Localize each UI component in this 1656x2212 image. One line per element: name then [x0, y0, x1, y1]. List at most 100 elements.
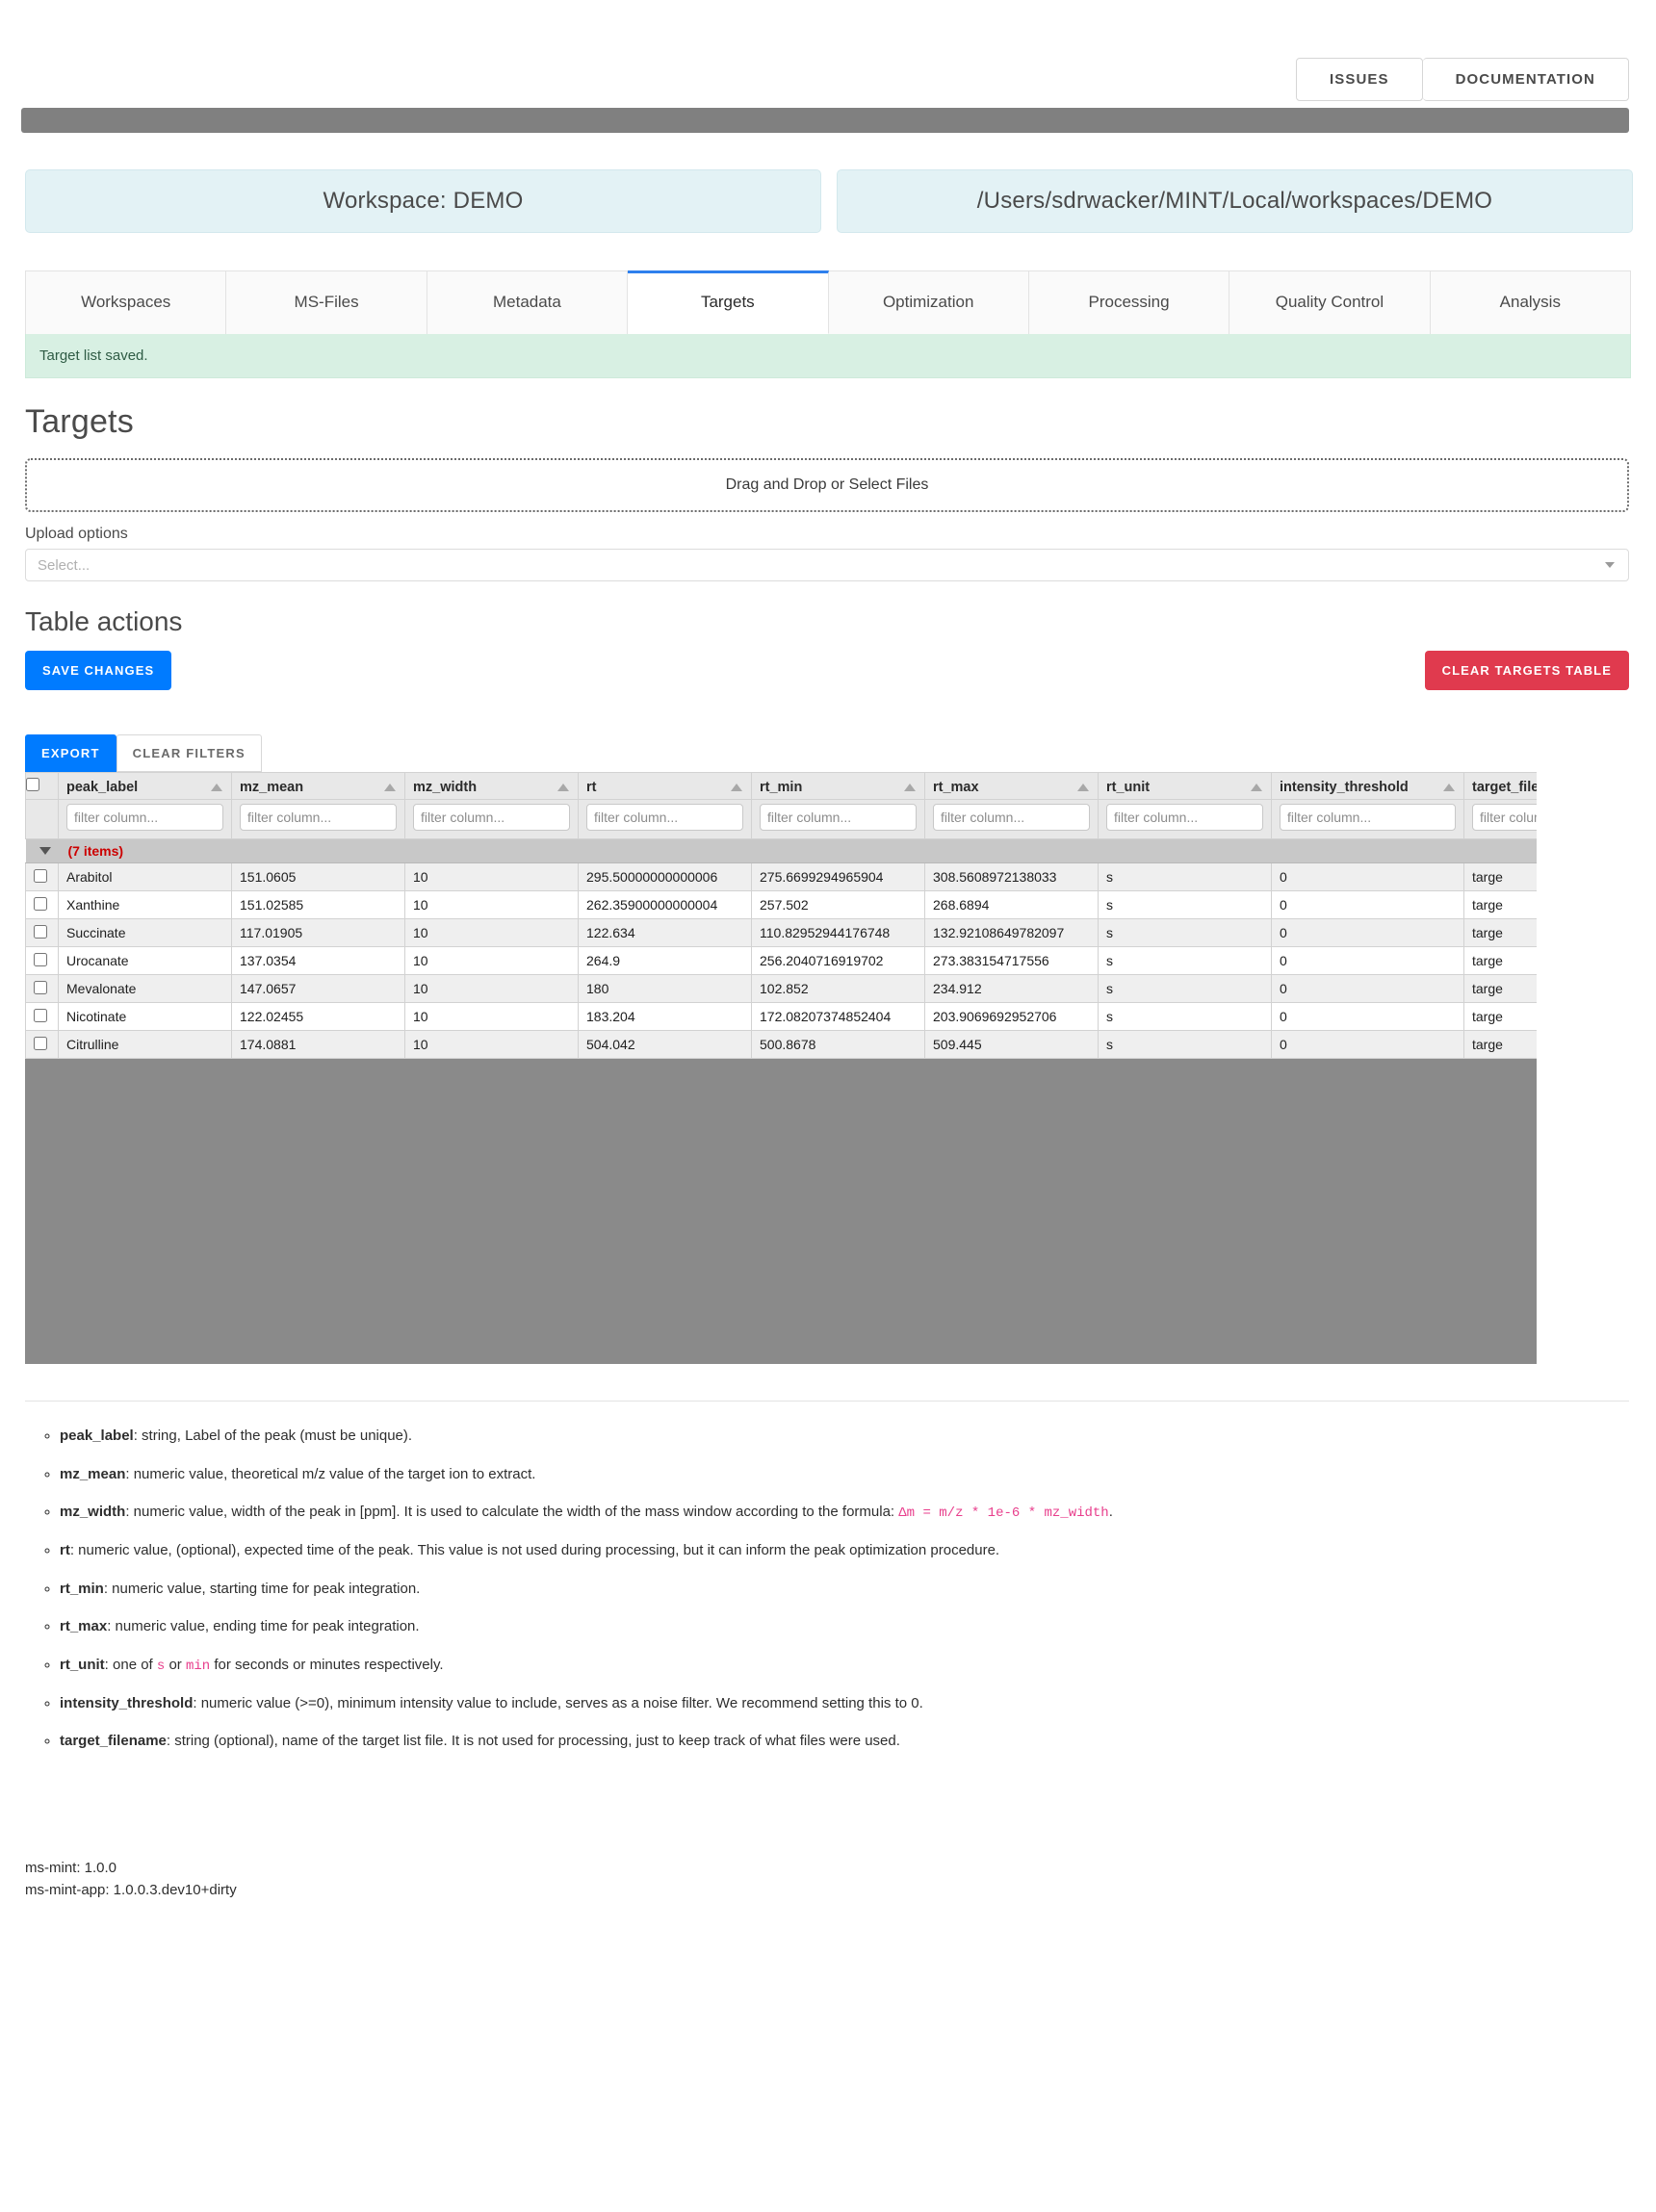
row-select-cell[interactable] — [25, 974, 59, 1003]
cell-rt-unit[interactable]: s — [1098, 1030, 1272, 1059]
export-button[interactable]: EXPORT — [25, 734, 116, 772]
tab-metadata[interactable]: Metadata — [427, 270, 629, 334]
documentation-button[interactable]: DOCUMENTATION — [1422, 58, 1629, 101]
tab-targets[interactable]: Targets — [628, 270, 829, 334]
sort-ascending-icon[interactable] — [1251, 784, 1262, 791]
cell-target-filename[interactable]: targe — [1463, 1030, 1537, 1059]
filter-input-mz-width[interactable] — [413, 804, 570, 831]
save-changes-button[interactable]: SAVE CHANGES — [25, 651, 172, 690]
sort-ascending-icon[interactable] — [211, 784, 222, 791]
cell-rt-min[interactable]: 256.2040716919702 — [751, 946, 925, 975]
row-select-checkbox[interactable] — [34, 924, 47, 939]
select-all-cell[interactable] — [25, 772, 59, 800]
select-all-checkbox[interactable] — [26, 778, 39, 791]
cell-target-filename[interactable]: targe — [1463, 890, 1537, 919]
cell-mz-width[interactable]: 10 — [404, 946, 579, 975]
tab-analysis[interactable]: Analysis — [1430, 270, 1631, 334]
cell-intensity-threshold[interactable]: 0 — [1271, 862, 1464, 891]
table-row[interactable]: Citrulline 174.0881 10 504.042 500.8678 509.4… — [25, 1030, 1537, 1059]
sort-ascending-icon[interactable] — [557, 784, 569, 791]
cell-rt-max[interactable]: 203.9069692952706 — [924, 1002, 1099, 1031]
cell-peak-label[interactable]: Succinate — [58, 918, 232, 947]
tab-processing[interactable]: Processing — [1028, 270, 1230, 334]
cell-peak-label[interactable]: Xanthine — [58, 890, 232, 919]
cell-rt-max[interactable]: 234.912 — [924, 974, 1099, 1003]
row-select-cell[interactable] — [25, 946, 59, 975]
cell-mz-mean[interactable]: 151.0605 — [231, 862, 405, 891]
filter-cell-rt-min[interactable] — [751, 799, 925, 839]
column-header-mz-width[interactable]: mz_width — [404, 772, 579, 800]
filter-cell-rt-max[interactable] — [924, 799, 1099, 839]
cell-rt-unit[interactable]: s — [1098, 974, 1272, 1003]
table-row[interactable]: Mevalonate 147.0657 10 180 102.852 234.912 s 0 t… — [25, 974, 1537, 1003]
cell-intensity-threshold[interactable]: 0 — [1271, 918, 1464, 947]
cell-peak-label[interactable]: Mevalonate — [58, 974, 232, 1003]
cell-rt-min[interactable]: 500.8678 — [751, 1030, 925, 1059]
cell-mz-width[interactable]: 10 — [404, 974, 579, 1003]
sort-ascending-icon[interactable] — [731, 784, 742, 791]
cell-rt-max[interactable]: 268.6894 — [924, 890, 1099, 919]
collapse-caret-icon[interactable] — [39, 847, 51, 856]
sort-ascending-icon[interactable] — [1443, 784, 1455, 791]
row-select-cell[interactable] — [25, 1002, 59, 1031]
cell-rt-min[interactable]: 257.502 — [751, 890, 925, 919]
cell-rt[interactable]: 262.35900000000004 — [578, 890, 752, 919]
cell-mz-mean[interactable]: 147.0657 — [231, 974, 405, 1003]
table-row[interactable]: Nicotinate 122.02455 10 183.204 172.08207374… — [25, 1002, 1537, 1031]
filter-cell-mz-width[interactable] — [404, 799, 579, 839]
row-select-checkbox[interactable] — [34, 1036, 47, 1050]
filter-input-mz-mean[interactable] — [240, 804, 397, 831]
column-header-rt-max[interactable]: rt_max — [924, 772, 1099, 800]
cell-target-filename[interactable]: targe — [1463, 1002, 1537, 1031]
cell-rt[interactable]: 504.042 — [578, 1030, 752, 1059]
cell-rt-min[interactable]: 110.82952944176748 — [751, 918, 925, 947]
cell-rt[interactable]: 122.634 — [578, 918, 752, 947]
cell-rt-max[interactable]: 308.5608972138033 — [924, 862, 1099, 891]
cell-rt-unit[interactable]: s — [1098, 1002, 1272, 1031]
filter-cell-rt[interactable] — [578, 799, 752, 839]
tab-quality-control[interactable]: Quality Control — [1229, 270, 1431, 334]
filter-input-rt-min[interactable] — [760, 804, 917, 831]
column-header-rt[interactable]: rt — [578, 772, 752, 800]
column-header-intensity-threshold[interactable]: intensity_threshold — [1271, 772, 1464, 800]
cell-target-filename[interactable]: targe — [1463, 946, 1537, 975]
cell-mz-mean[interactable]: 137.0354 — [231, 946, 405, 975]
row-select-cell[interactable] — [25, 862, 59, 891]
row-select-checkbox[interactable] — [34, 952, 47, 966]
cell-rt-unit[interactable]: s — [1098, 946, 1272, 975]
cell-peak-label[interactable]: Urocanate — [58, 946, 232, 975]
cell-mz-width[interactable]: 10 — [404, 862, 579, 891]
file-dropzone[interactable]: Drag and Drop or Select Files — [25, 458, 1629, 512]
sort-ascending-icon[interactable] — [904, 784, 916, 791]
clear-filters-button[interactable]: CLEAR FILTERS — [116, 734, 262, 772]
filter-input-rt-max[interactable] — [933, 804, 1090, 831]
cell-rt-max[interactable]: 132.92108649782097 — [924, 918, 1099, 947]
cell-mz-width[interactable]: 10 — [404, 1030, 579, 1059]
tab-optimization[interactable]: Optimization — [828, 270, 1029, 334]
filter-cell-intensity-threshold[interactable] — [1271, 799, 1464, 839]
cell-mz-mean[interactable]: 151.02585 — [231, 890, 405, 919]
sort-ascending-icon[interactable] — [384, 784, 396, 791]
cell-mz-width[interactable]: 10 — [404, 890, 579, 919]
filter-cell-peak-label[interactable] — [58, 799, 232, 839]
cell-peak-label[interactable]: Citrulline — [58, 1030, 232, 1059]
cell-rt-max[interactable]: 509.445 — [924, 1030, 1099, 1059]
tab-workspaces[interactable]: Workspaces — [25, 270, 227, 334]
cell-rt-unit[interactable]: s — [1098, 890, 1272, 919]
cell-intensity-threshold[interactable]: 0 — [1271, 974, 1464, 1003]
clear-targets-table-button[interactable]: CLEAR TARGETS TABLE — [1424, 651, 1629, 690]
filter-cell-mz-mean[interactable] — [231, 799, 405, 839]
row-select-cell[interactable] — [25, 1030, 59, 1059]
filter-input-rt-unit[interactable] — [1106, 804, 1263, 831]
cell-target-filename[interactable]: targe — [1463, 974, 1537, 1003]
cell-mz-width[interactable]: 10 — [404, 918, 579, 947]
cell-rt-unit[interactable]: s — [1098, 862, 1272, 891]
filter-cell-target-filename[interactable] — [1463, 799, 1537, 839]
cell-target-filename[interactable]: targe — [1463, 918, 1537, 947]
cell-target-filename[interactable]: targe — [1463, 862, 1537, 891]
column-header-mz-mean[interactable]: mz_mean — [231, 772, 405, 800]
cell-mz-width[interactable]: 10 — [404, 1002, 579, 1031]
cell-mz-mean[interactable]: 174.0881 — [231, 1030, 405, 1059]
cell-mz-mean[interactable]: 117.01905 — [231, 918, 405, 947]
row-select-checkbox[interactable] — [34, 980, 47, 994]
